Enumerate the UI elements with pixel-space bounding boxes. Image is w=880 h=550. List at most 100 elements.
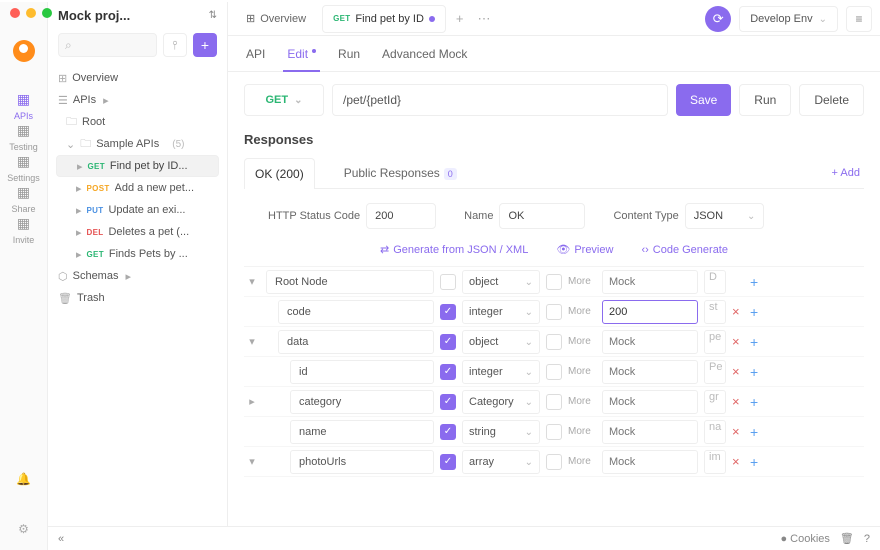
settings-gear-icon[interactable]: ⚙ (15, 520, 33, 538)
refresh-button[interactable]: ⟳ (705, 6, 731, 32)
field-name-input[interactable]: name (290, 420, 434, 444)
rail-testing[interactable]: ▦Testing (7, 121, 40, 152)
rail-invite[interactable]: ▦Invite (7, 214, 40, 245)
tree-item[interactable]: ▸DELDeletes a pet (... (56, 221, 219, 243)
delete-field-button[interactable]: × (732, 394, 744, 409)
nullable-checkbox[interactable] (546, 304, 562, 320)
delete-field-button[interactable]: × (732, 364, 744, 379)
type-select[interactable]: string (462, 420, 540, 444)
save-button[interactable]: Save (676, 84, 731, 116)
row-toggle[interactable]: ▸ (244, 395, 260, 408)
nullable-checkbox[interactable] (546, 364, 562, 380)
trash-icon[interactable]: 🗑 (840, 532, 854, 545)
mock-input[interactable] (602, 390, 698, 414)
sidebar-sample-folder[interactable]: ⌄🗀Sample APIs (5) (56, 133, 219, 155)
subtab-run[interactable]: Run (338, 36, 360, 72)
method-select[interactable]: GET (244, 84, 324, 116)
tab-more-button[interactable]: ⋯ (474, 11, 495, 27)
field-name-input[interactable]: code (278, 300, 434, 324)
row-toggle[interactable]: ▾ (244, 335, 260, 348)
desc-input[interactable]: Pe (704, 360, 726, 384)
project-switch-icon[interactable]: ⇅ (209, 10, 217, 21)
tree-item[interactable]: ▸PUTUpdate an exi... (56, 199, 219, 221)
help-icon[interactable]: ? (864, 533, 870, 545)
sidebar-schemas[interactable]: ⬡Schemas▸ (56, 265, 219, 287)
subtab-api[interactable]: API (246, 36, 265, 72)
delete-button[interactable]: Delete (799, 84, 864, 116)
desc-input[interactable]: gr (704, 390, 726, 414)
new-tab-button[interactable]: + (452, 11, 468, 26)
field-name-input[interactable]: photoUrls (290, 450, 434, 474)
required-checkbox[interactable]: ✓ (440, 364, 456, 380)
more-link[interactable]: More (568, 456, 596, 467)
type-select[interactable]: integer (462, 360, 540, 384)
mock-input[interactable] (602, 420, 698, 444)
type-select[interactable]: array (462, 450, 540, 474)
more-link[interactable]: More (568, 396, 596, 407)
minimize-dot[interactable] (26, 8, 36, 18)
field-name-input[interactable]: category (290, 390, 434, 414)
add-field-button[interactable]: + (750, 274, 762, 290)
response-tab-public[interactable]: Public Responses0 (333, 157, 468, 188)
response-tab-ok[interactable]: OK (200) (244, 158, 315, 189)
type-select[interactable]: Category (462, 390, 540, 414)
environment-select[interactable]: Develop Env (739, 6, 838, 32)
status-code-input[interactable] (366, 203, 436, 229)
path-input[interactable] (332, 84, 668, 116)
sidebar-root-folder[interactable]: 🗀Root (56, 111, 219, 133)
required-checkbox[interactable]: ✓ (440, 394, 456, 410)
field-name-input[interactable]: data (278, 330, 434, 354)
type-select[interactable]: integer (462, 300, 540, 324)
add-field-button[interactable]: + (750, 334, 762, 350)
subtab-edit[interactable]: Edit (287, 36, 316, 72)
required-checkbox[interactable] (440, 274, 456, 290)
nullable-checkbox[interactable] (546, 454, 562, 470)
app-logo[interactable] (13, 40, 35, 62)
desc-input[interactable]: st (704, 300, 726, 324)
delete-field-button[interactable]: × (732, 454, 744, 469)
field-name-input[interactable]: id (290, 360, 434, 384)
mock-input[interactable] (602, 300, 698, 324)
add-response-link[interactable]: + Add (832, 167, 864, 179)
add-field-button[interactable]: + (750, 304, 762, 320)
mock-input[interactable] (602, 270, 698, 294)
tab-overview[interactable]: ⊞Overview (236, 5, 316, 33)
tree-item[interactable]: ▸POSTAdd a new pet... (56, 177, 219, 199)
type-select[interactable]: object (462, 270, 540, 294)
more-link[interactable]: More (568, 336, 596, 347)
nullable-checkbox[interactable] (546, 334, 562, 350)
cookies-indicator[interactable]: ● Cookies (780, 533, 829, 545)
rail-apis[interactable]: ▦APIs (7, 90, 40, 121)
delete-field-button[interactable]: × (732, 304, 744, 319)
desc-input[interactable]: na (704, 420, 726, 444)
tree-item[interactable]: ▸GETFinds Pets by ... (56, 243, 219, 265)
add-field-button[interactable]: + (750, 364, 762, 380)
sidebar-apis[interactable]: ☰APIs▸ (56, 89, 219, 111)
panel-toggle-button[interactable]: ≡ (846, 6, 872, 32)
nullable-checkbox[interactable] (546, 424, 562, 440)
nullable-checkbox[interactable] (546, 394, 562, 410)
code-generate-link[interactable]: ‹› Code Generate (641, 243, 728, 256)
delete-field-button[interactable]: × (732, 424, 744, 439)
collapse-sidebar-button[interactable]: « (58, 533, 64, 545)
tab-find-pet[interactable]: GET Find pet by ID (322, 5, 446, 33)
add-field-button[interactable]: + (750, 454, 762, 470)
content-type-select[interactable]: JSON (685, 203, 765, 229)
required-checkbox[interactable]: ✓ (440, 304, 456, 320)
field-name-input[interactable]: Root Node (266, 270, 434, 294)
filter-button[interactable]: ⫯ (163, 33, 187, 57)
preview-link[interactable]: 👁 Preview (556, 243, 613, 256)
desc-input[interactable]: im (704, 450, 726, 474)
nullable-checkbox[interactable] (546, 274, 562, 290)
rail-share[interactable]: ▦Share (7, 183, 40, 214)
type-select[interactable]: object (462, 330, 540, 354)
sidebar-trash[interactable]: 🗑Trash (56, 287, 219, 309)
add-field-button[interactable]: + (750, 424, 762, 440)
subtab-mock[interactable]: Advanced Mock (382, 36, 467, 72)
sidebar-overview[interactable]: ⊞Overview (56, 67, 219, 89)
project-name[interactable]: Mock proj... (58, 8, 203, 23)
more-link[interactable]: More (568, 276, 596, 287)
row-toggle[interactable]: ▾ (244, 455, 260, 468)
more-link[interactable]: More (568, 306, 596, 317)
mock-input[interactable] (602, 330, 698, 354)
